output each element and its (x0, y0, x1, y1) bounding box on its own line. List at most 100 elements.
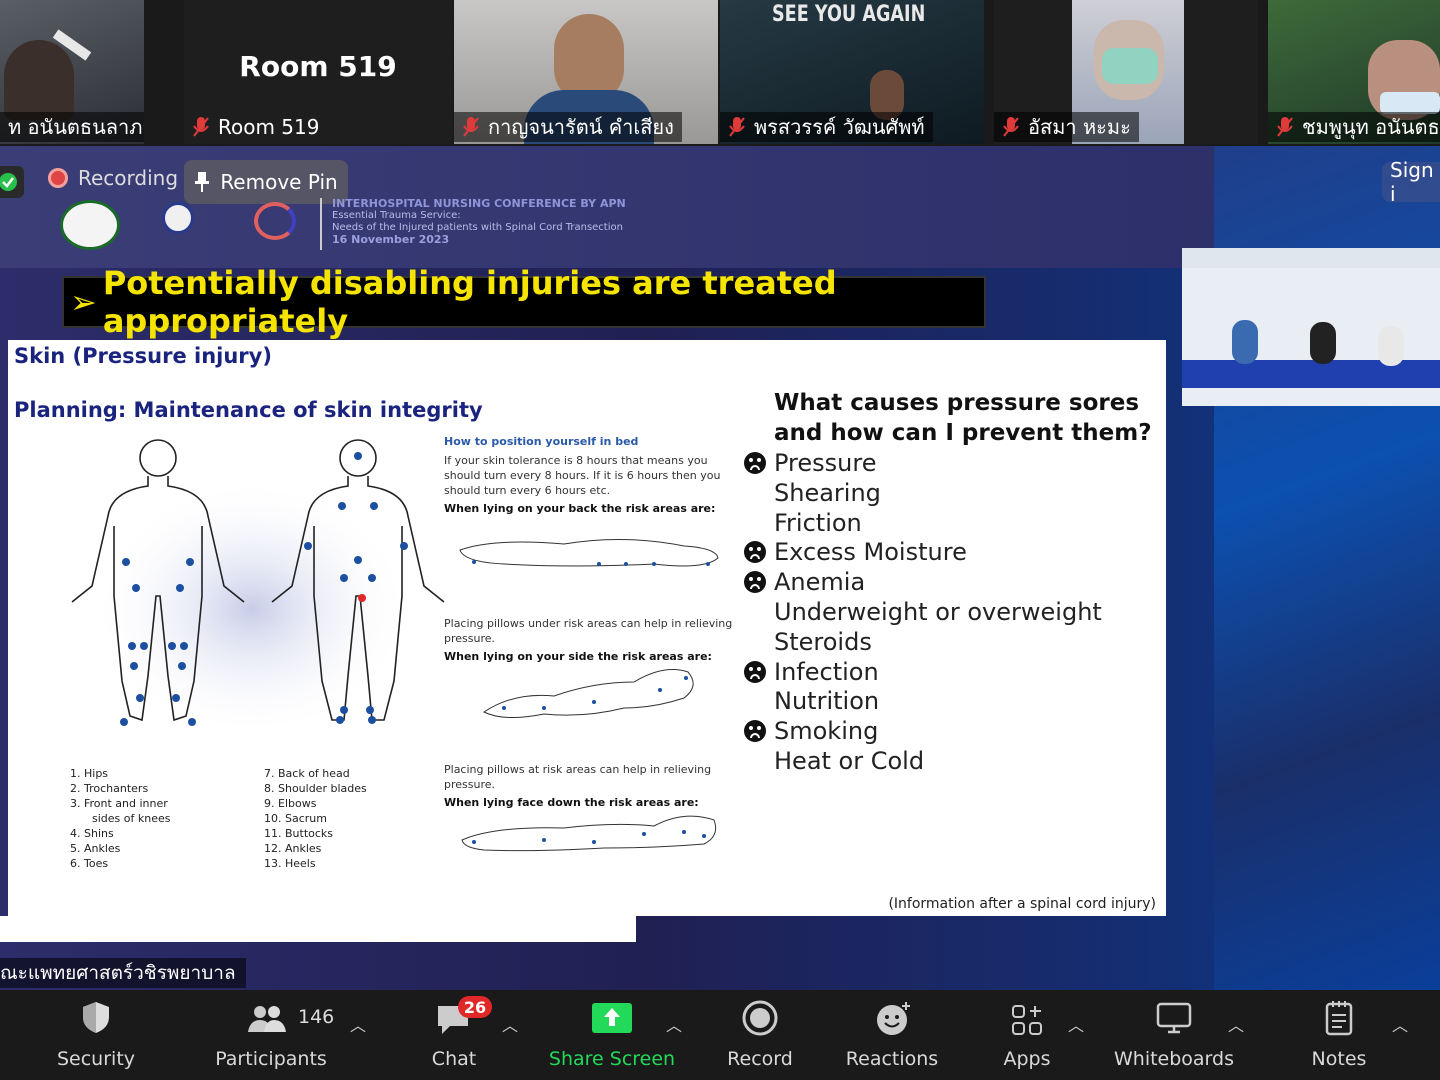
reactions-label: Reactions (845, 1048, 939, 1070)
participant-strip: ท อนันตธนลาภา Room 519 Room 519 กาญจนารั… (0, 0, 1440, 146)
share-options-caret[interactable]: ︿ (666, 1012, 682, 1036)
cause-item: Pressure (744, 448, 1102, 478)
chat-unread-badge: 26 (458, 996, 492, 1018)
position-text: If your skin tolerance is 8 hours that m… (444, 454, 721, 497)
mic-muted-icon (193, 117, 209, 137)
reactions-button[interactable]: Reactions (840, 990, 944, 1080)
apps-icon (1012, 1005, 1042, 1035)
participants-icon (248, 1006, 286, 1032)
slide-note: (Information after a spinal cord injury) (888, 896, 1156, 912)
cause-text: Underweight or overweight (774, 597, 1102, 626)
slide-planning: Planning: Maintenance of skin integrity (14, 398, 483, 422)
notes-button[interactable]: Notes (1302, 990, 1376, 1080)
tile-background-text: SEE YOU AGAIN (772, 2, 926, 27)
apps-options-caret[interactable]: ︿ (1068, 1012, 1084, 1036)
meeting-toolbar: Security 146 Participants ︿ 26 Chat ︿ Sh… (0, 990, 1440, 1080)
frown-face-icon (744, 571, 766, 594)
pin-icon (195, 172, 210, 192)
pillows-text: Placing pillows at risk areas can help i… (444, 763, 712, 791)
participant-tile[interactable]: กาญจนารัตน์ คำเสียง (454, 0, 718, 144)
participant-tile[interactable]: Room 519 Room 519 (184, 0, 452, 144)
participant-name: ชมพูนุท อนันตธน (1268, 112, 1440, 142)
participant-name: พรสวรรค์ วัฒนศัพท์ (720, 112, 933, 142)
conference-date: 16 November 2023 (332, 233, 450, 246)
security-button[interactable]: Security (44, 990, 148, 1080)
participant-tile[interactable]: อัสมา หะมะ (994, 0, 1258, 144)
pillows-text: Placing pillows under risk areas can hel… (444, 617, 733, 645)
apps-button[interactable]: Apps (990, 990, 1064, 1080)
sign-in-button[interactable]: Sign i (1382, 158, 1440, 206)
participants-options-caret[interactable]: ︿ (350, 1012, 366, 1036)
cause-text: Shearing (774, 478, 881, 507)
question-line: and how can I prevent them? (774, 420, 1152, 446)
list-item: 1. Hips (70, 767, 109, 780)
university-logo (162, 202, 194, 234)
cause-item: Steroids (774, 627, 1102, 657)
cause-item: Infection (744, 657, 1102, 687)
participant-tile[interactable]: ท อนันตธนลาภา (0, 0, 144, 144)
list-item: 8. Shoulder blades (264, 782, 367, 795)
whiteboards-button[interactable]: Whiteboards (1112, 990, 1236, 1080)
list-item: 13. Heels (264, 857, 316, 870)
banner-divider (320, 198, 322, 250)
notes-options-caret[interactable]: ︿ (1392, 1012, 1408, 1036)
partner-logo (254, 202, 296, 240)
cause-item: Smoking (744, 716, 1102, 746)
list-item: 9. Elbows (264, 797, 317, 810)
cause-text: Infection (774, 657, 879, 686)
security-status[interactable] (0, 166, 24, 198)
lying-side-figure (483, 669, 694, 718)
list-item: 3. Front and inner (70, 797, 168, 810)
conference-title: INTERHOSPITAL NURSING CONFERENCE BY APN (332, 197, 626, 210)
whiteboards-options-caret[interactable]: ︿ (1228, 1012, 1244, 1036)
frown-face-icon (744, 660, 766, 683)
participants-button[interactable]: 146 Participants (206, 990, 336, 1080)
remove-pin-button[interactable]: Remove Pin (184, 160, 348, 204)
participant-name: อัสมา หะมะ (994, 112, 1139, 142)
record-icon (742, 1000, 778, 1036)
list-item: 7. Back of head (264, 767, 350, 780)
share-screen-icon (592, 1003, 632, 1033)
slide-heading-text: Potentially disabling injuries are treat… (102, 264, 837, 340)
participant-tile[interactable]: ชมพูนุท อนันตธน (1268, 0, 1440, 144)
participant-tile[interactable]: SEE YOU AGAIN พรสวรรค์ วัฒนศัพท์ (720, 0, 984, 144)
record-button[interactable]: Record (718, 990, 802, 1080)
frown-face-icon (744, 720, 766, 743)
notes-label: Notes (1311, 1048, 1367, 1070)
frown-face-icon (744, 541, 766, 564)
cause-text: Excess Moisture (774, 538, 967, 567)
notes-icon (1325, 1001, 1353, 1036)
chat-options-caret[interactable]: ︿ (502, 1012, 518, 1036)
hospital-logo (60, 200, 120, 250)
whiteboards-label: Whiteboards (1113, 1048, 1234, 1070)
whiteboard-icon (1156, 1002, 1192, 1034)
slide-lower-band (0, 916, 636, 942)
share-screen-button[interactable]: Share Screen (548, 990, 676, 1080)
question-line: What causes pressure sores (774, 390, 1140, 416)
cause-item: Anemia (744, 567, 1102, 597)
cause-text: Friction (774, 508, 862, 537)
apps-label: Apps (1003, 1048, 1051, 1070)
cause-text: Anemia (774, 568, 866, 597)
body-risk-diagram (71, 439, 445, 726)
back-risk-list: 7. Back of head 8. Shoulder blades 9. El… (264, 766, 367, 871)
list-item: 10. Sacrum (264, 812, 327, 825)
participant-count: 146 (298, 1006, 335, 1028)
sign-in-label: Sign i (1390, 158, 1434, 206)
recording-indicator[interactable]: Recording (48, 166, 178, 190)
frown-face-icon (744, 452, 766, 474)
recording-dot-icon (48, 168, 68, 188)
recording-label: Recording (78, 166, 179, 190)
cause-text: Steroids (774, 627, 872, 656)
panel-video-feed (1182, 248, 1440, 406)
chat-button[interactable]: 26 Chat (414, 990, 494, 1080)
participant-name: Room 519 (184, 112, 327, 142)
list-item: 2. Trochanters (70, 782, 149, 795)
security-label: Security (56, 1048, 136, 1070)
security-shield-icon (83, 1002, 109, 1033)
participants-label: Participants (215, 1048, 327, 1070)
speaker-name-text: ณะแพทยศาสตร์วชิรพยาบาล (0, 962, 236, 984)
list-item: 5. Ankles (70, 842, 121, 855)
presentation-slide: Skin (Pressure injury) Planning: Mainten… (8, 340, 1166, 916)
causes-list: Pressure Shearing Friction Excess Moisture A… (744, 448, 1102, 776)
